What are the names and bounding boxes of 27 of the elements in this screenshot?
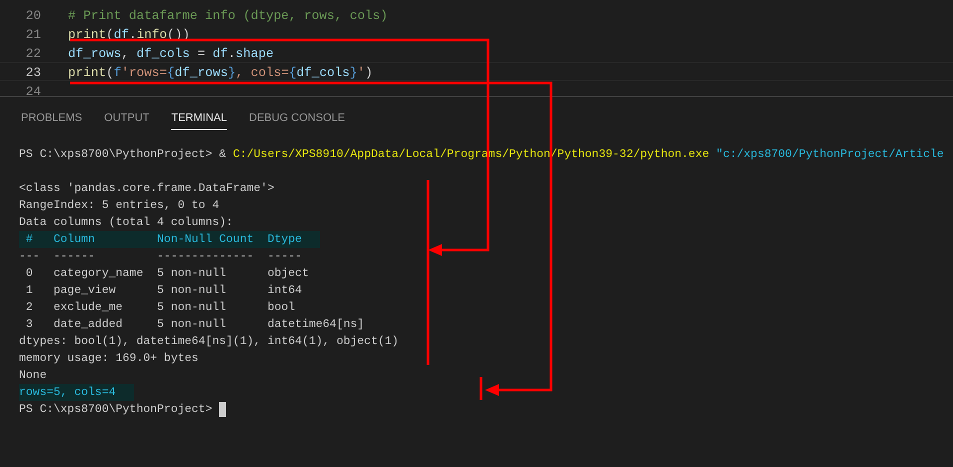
- terminal-output: --- ------ -------------- -----: [19, 250, 302, 263]
- terminal-output: None: [19, 369, 47, 382]
- code-line: df_rows, df_cols = df.shape: [68, 45, 274, 61]
- code-line: print(f'rows={df_rows}, cols={df_cols}'): [68, 64, 373, 80]
- terminal-output: Data columns (total 4 columns):: [19, 216, 233, 229]
- terminal-output: dtypes: bool(1), datetime64[ns](1), int64(1), object(1): [19, 335, 399, 348]
- line-number: 24: [24, 83, 41, 99]
- terminal-output: 2 exclude_me 5 non-null bool: [24, 301, 296, 314]
- terminal-output: RangeIndex: 5 entries, 0 to 4: [19, 199, 220, 212]
- terminal-output: 0 category_name 5 non-null object: [24, 267, 309, 280]
- panel-tab[interactable]: DEBUG CONSOLE: [249, 108, 345, 130]
- terminal-prompt: PS C:\xps8700\PythonProject>: [19, 402, 214, 418]
- terminal-output: # Column Non-Null Count Dtype: [19, 231, 320, 248]
- line-number: 23: [24, 64, 41, 80]
- code-line: # Print datafarme info (dtype, rows, cols): [68, 7, 388, 23]
- panel-tab[interactable]: PROBLEMS: [21, 108, 82, 130]
- annotation-line: [480, 377, 482, 400]
- panel-tab[interactable]: TERMINAL: [171, 108, 227, 130]
- terminal-output: 3 date_added 5 non-null datetime64[ns]: [24, 318, 364, 331]
- line-number: 22: [24, 45, 41, 61]
- terminal-output: rows=5, cols=4: [19, 384, 134, 401]
- terminal-output: 1 page_view 5 non-null int64: [24, 284, 302, 297]
- line-number: 20: [24, 7, 41, 23]
- terminal-output: <class 'pandas.core.frame.DataFrame'>: [19, 182, 274, 195]
- panel-tab[interactable]: OUTPUT: [104, 108, 150, 130]
- terminal-output: memory usage: 169.0+ bytes: [19, 352, 198, 365]
- line-number: 21: [24, 26, 41, 42]
